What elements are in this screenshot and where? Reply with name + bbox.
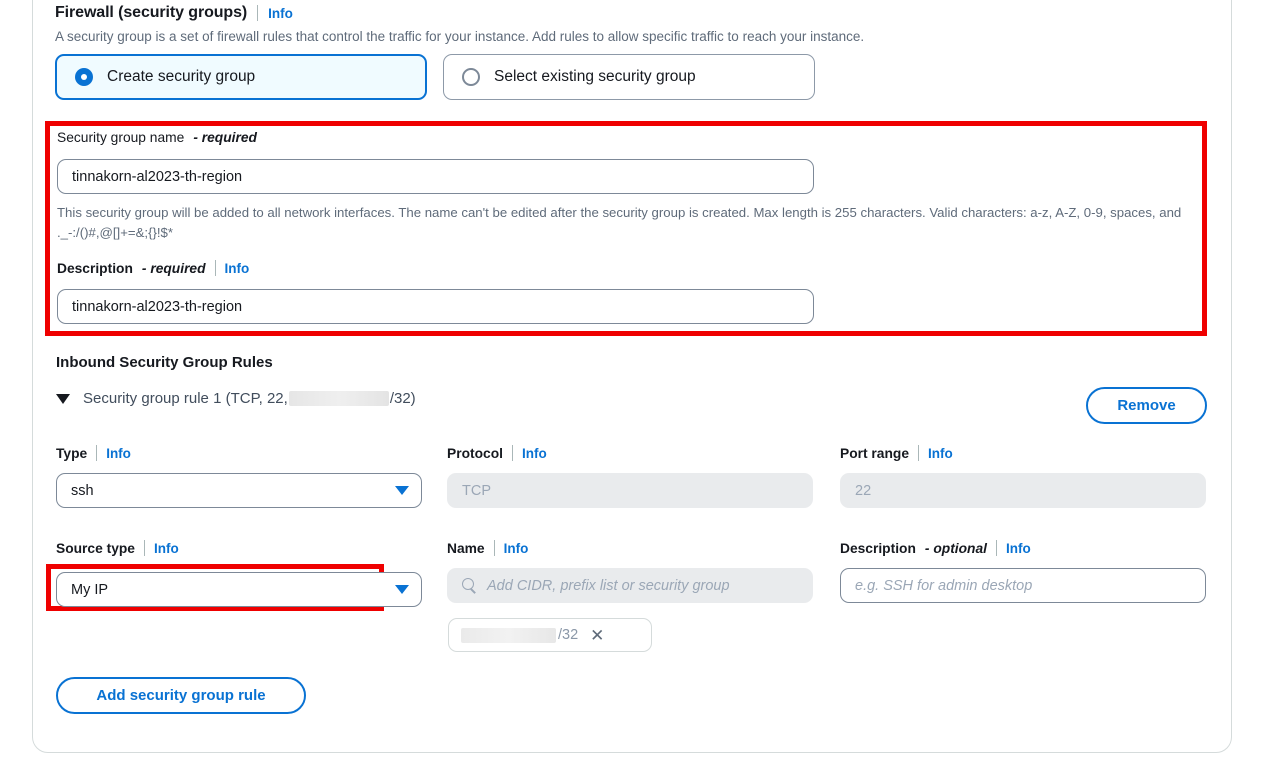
radio-tile-create-label: Create security group xyxy=(107,68,256,85)
form-content: Firewall (security groups) Info A securi… xyxy=(0,0,1264,771)
label-divider xyxy=(511,445,513,461)
label-divider xyxy=(143,540,145,556)
port-range-input: 22 xyxy=(840,473,1206,508)
radio-unselected-icon xyxy=(462,68,480,86)
remove-token-icon[interactable]: ✕ xyxy=(590,627,604,644)
rule-summary-prefix: Security group rule 1 (TCP, 22, xyxy=(83,390,288,407)
rule-summary-text: Security group rule 1 (TCP, 22, /32) xyxy=(83,390,416,407)
label-divider xyxy=(493,540,495,556)
security-group-name-input[interactable]: tinnakorn-al2023-th-region xyxy=(57,159,814,194)
label-divider xyxy=(918,445,919,461)
label-divider xyxy=(257,5,259,21)
source-cidr-suffix: /32 xyxy=(558,627,579,643)
chevron-down-icon xyxy=(395,486,409,495)
security-group-description-input[interactable]: tinnakorn-al2023-th-region xyxy=(57,289,814,324)
radio-tile-select-existing-security-group[interactable]: Select existing security group xyxy=(443,54,815,100)
redacted-ip-block xyxy=(288,391,389,406)
protocol-info-link[interactable]: Info xyxy=(522,446,547,461)
port-range-info-link[interactable]: Info xyxy=(928,446,953,461)
type-info-link[interactable]: Info xyxy=(106,446,131,461)
rule-description-label: Description xyxy=(840,540,916,556)
chevron-down-icon[interactable] xyxy=(56,393,70,404)
port-range-label-row: Port range Info xyxy=(840,445,953,461)
security-group-name-value: tinnakorn-al2023-th-region xyxy=(72,168,243,185)
security-group-description-label: Description xyxy=(57,260,133,276)
name-label-row: Name Info xyxy=(447,540,528,556)
rule-description-optional: - optional xyxy=(924,540,987,556)
source-search-input[interactable]: Add CIDR, prefix list or security group xyxy=(447,568,813,603)
security-group-description-label-row: Description - required Info xyxy=(57,260,249,276)
firewall-section-header: Firewall (security groups) Info xyxy=(55,4,293,22)
security-group-rule-1-summary[interactable]: Security group rule 1 (TCP, 22, /32) xyxy=(56,390,416,407)
protocol-input: TCP xyxy=(447,473,813,508)
inbound-rules-section-title: Inbound Security Group Rules xyxy=(56,354,273,371)
security-group-description-value: tinnakorn-al2023-th-region xyxy=(72,298,243,315)
source-cidr-token: /32 ✕ xyxy=(448,618,652,652)
search-icon xyxy=(462,578,477,593)
type-label: Type xyxy=(56,445,88,461)
rule-description-input[interactable]: e.g. SSH for admin desktop xyxy=(840,568,1206,603)
remove-rule-button[interactable]: Remove xyxy=(1086,387,1207,424)
chevron-down-icon xyxy=(395,585,409,594)
radio-selected-icon xyxy=(75,68,93,86)
security-group-name-label: Security group name xyxy=(57,130,185,145)
rule-summary-suffix: /32) xyxy=(389,390,416,407)
port-range-label: Port range xyxy=(840,445,909,461)
protocol-label-row: Protocol Info xyxy=(447,445,547,461)
source-type-selected-value: My IP xyxy=(71,581,109,598)
security-group-name-helper-text: This security group will be added to all… xyxy=(57,205,1182,241)
label-divider xyxy=(214,260,216,276)
label-divider xyxy=(96,445,98,461)
redacted-ip-block xyxy=(461,627,556,643)
radio-tile-select-existing-label: Select existing security group xyxy=(494,68,696,85)
source-type-info-link[interactable]: Info xyxy=(154,541,179,556)
rule-description-label-row: Description - optional Info xyxy=(840,540,1031,556)
source-type-label-row: Source type Info xyxy=(56,540,179,556)
security-group-name-required: - required xyxy=(193,130,257,145)
source-type-select[interactable]: My IP xyxy=(56,572,422,607)
security-group-name-label-row: Security group name - required xyxy=(57,130,257,145)
firewall-info-link[interactable]: Info xyxy=(268,6,293,21)
add-security-group-rule-button[interactable]: Add security group rule xyxy=(56,677,306,714)
radio-tile-create-security-group[interactable]: Create security group xyxy=(55,54,427,100)
protocol-value: TCP xyxy=(462,482,491,499)
source-type-label: Source type xyxy=(56,540,135,556)
firewall-section-title: Firewall (security groups) xyxy=(55,4,248,21)
name-label: Name xyxy=(447,540,485,556)
rule-description-placeholder: e.g. SSH for admin desktop xyxy=(855,577,1033,594)
type-label-row: Type Info xyxy=(56,445,131,461)
security-group-description-info-link[interactable]: Info xyxy=(225,261,250,276)
security-group-description-required: - required xyxy=(141,260,206,276)
name-info-link[interactable]: Info xyxy=(504,541,529,556)
rule-description-info-link[interactable]: Info xyxy=(1006,541,1031,556)
type-selected-value: ssh xyxy=(71,482,94,499)
security-group-configuration-page: Firewall (security groups) Info A securi… xyxy=(0,0,1264,771)
source-search-placeholder: Add CIDR, prefix list or security group xyxy=(487,577,730,594)
type-select[interactable]: ssh xyxy=(56,473,422,508)
protocol-label: Protocol xyxy=(447,445,503,461)
firewall-section-description: A security group is a set of firewall ru… xyxy=(55,29,865,44)
port-range-value: 22 xyxy=(855,482,872,499)
label-divider xyxy=(995,540,997,556)
